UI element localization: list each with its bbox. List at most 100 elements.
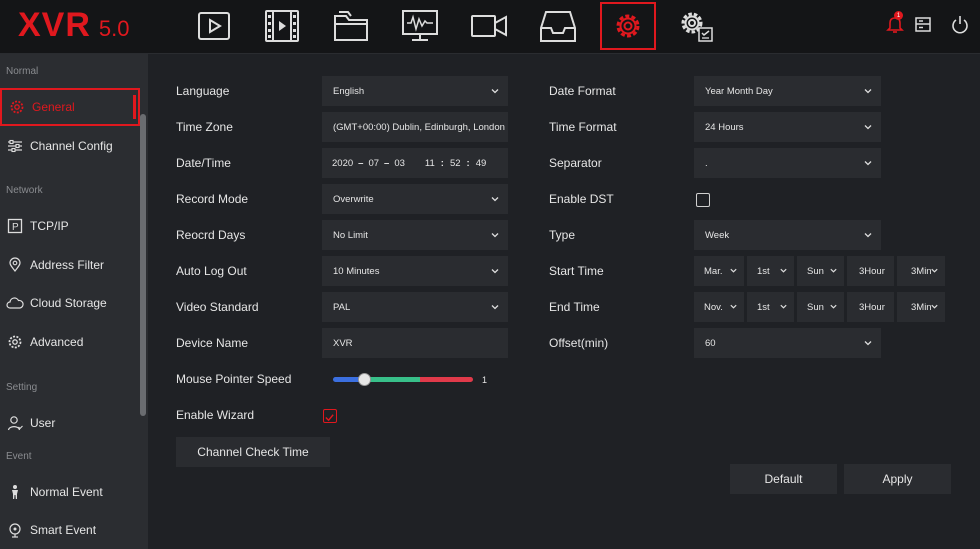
enable-dst-checkbox[interactable] (696, 193, 710, 207)
day-value[interactable]: 03 (394, 158, 405, 169)
settings-icon[interactable] (600, 2, 656, 50)
channel-check-time-button[interactable]: Channel Check Time (176, 437, 330, 467)
sidebar-item-advanced[interactable]: Advanced (0, 323, 140, 361)
separator-select[interactable]: . (694, 148, 881, 178)
offset-label: Offset(min) (549, 336, 609, 350)
live-view-icon[interactable] (190, 6, 238, 46)
sidebar: Normal General Channel Config Network P … (0, 54, 148, 549)
chevron-down-icon (491, 269, 499, 274)
apply-button[interactable]: Apply (844, 464, 951, 494)
date-format-value: Year Month Day (705, 85, 773, 97)
backup-icon[interactable] (534, 6, 582, 46)
month-value[interactable]: 07 (368, 158, 379, 169)
alarm-bell-icon[interactable]: 1 (885, 11, 905, 34)
slider-thumb[interactable] (357, 373, 371, 386)
mouse-speed-slider[interactable] (333, 373, 473, 386)
disk-icon[interactable] (913, 14, 933, 34)
svg-text:P: P (12, 222, 19, 233)
sidebar-item-general[interactable]: General (0, 88, 140, 126)
sidebar-item-smart-event[interactable]: Smart Event (0, 511, 140, 549)
chevron-down-icon (491, 305, 499, 310)
time-format-value: 24 Hours (705, 121, 744, 133)
sidebar-item-user[interactable]: User (0, 404, 140, 442)
sidebar-item-tcpip[interactable]: P TCP/IP (0, 207, 140, 245)
separator-label: Separator (549, 156, 602, 170)
offset-select[interactable]: 60 (694, 328, 881, 358)
power-icon[interactable] (950, 14, 970, 34)
sidebar-item-label: Cloud Storage (30, 296, 107, 310)
second-value[interactable]: 49 (476, 158, 487, 169)
mouse-speed-value: 1 (482, 375, 488, 385)
chevron-down-icon (864, 125, 872, 130)
hour-value[interactable]: 11 (425, 158, 435, 169)
end-minute-value: 3Min (911, 301, 932, 313)
record-days-select[interactable]: No Limit (322, 220, 508, 250)
sidebar-item-cloud-storage[interactable]: Cloud Storage (0, 284, 140, 322)
language-select[interactable]: English (322, 76, 508, 106)
chevron-down-icon (730, 268, 737, 273)
gear-icon (8, 98, 26, 116)
end-hour-select[interactable]: 3Hour (847, 292, 894, 322)
mouse-speed-label: Mouse Pointer Speed (176, 372, 292, 386)
logo-version: 5.0 (98, 16, 130, 41)
playback-icon[interactable] (258, 6, 306, 46)
sidebar-item-channel-config[interactable]: Channel Config (0, 127, 140, 165)
chevron-down-icon (491, 89, 499, 94)
sidebar-item-label: TCP/IP (30, 219, 69, 233)
date-format-select[interactable]: Year Month Day (694, 76, 881, 106)
sidebar-item-address-filter[interactable]: Address Filter (0, 246, 140, 284)
chevron-down-icon (864, 341, 872, 346)
record-mode-value: Overwrite (333, 193, 374, 205)
end-month-select[interactable]: Nov. (694, 292, 744, 322)
end-day-select[interactable]: Sun (797, 292, 844, 322)
chevron-down-icon (931, 268, 938, 273)
file-manager-icon[interactable] (327, 6, 375, 46)
start-minute-select[interactable]: 3Min (897, 256, 945, 286)
minute-value[interactable]: 52 (450, 158, 461, 169)
sliders-icon (6, 137, 24, 155)
video-standard-select[interactable]: PAL (322, 292, 508, 322)
start-day-value: Sun (807, 265, 824, 277)
top-bar: XVR 5.0 1 (0, 0, 980, 54)
record-mode-label: Record Mode (176, 192, 249, 206)
enable-wizard-checkbox[interactable] (323, 409, 337, 423)
start-day-select[interactable]: Sun (797, 256, 844, 286)
time-zone-select[interactable]: (GMT+00:00) Dublin, Edinburgh, London (322, 112, 508, 142)
monitor-icon[interactable] (396, 6, 444, 46)
auto-logout-select[interactable]: 10 Minutes (322, 256, 508, 286)
end-minute-select[interactable]: 3Min (897, 292, 945, 322)
start-hour-select[interactable]: 3Hour (847, 256, 894, 286)
sidebar-section-setting: Setting (6, 382, 38, 393)
sidebar-item-label: Advanced (30, 335, 84, 349)
auto-logout-value: 10 Minutes (333, 265, 380, 277)
camera-icon[interactable] (465, 6, 513, 46)
date-format-label: Date Format (549, 84, 616, 98)
time-zone-value: (GMT+00:00) Dublin, Edinburgh, London (333, 121, 505, 133)
end-week-select[interactable]: 1st (747, 292, 794, 322)
logo: XVR 5.0 (18, 6, 130, 46)
start-month-select[interactable]: Mar. (694, 256, 744, 286)
start-week-select[interactable]: 1st (747, 256, 794, 286)
advanced-settings-icon[interactable] (672, 6, 720, 46)
active-indicator (133, 95, 136, 119)
sidebar-scrollbar[interactable] (140, 114, 146, 416)
sidebar-item-normal-event[interactable]: Normal Event (0, 473, 140, 511)
type-label: Type (549, 228, 576, 242)
user-icon (6, 414, 24, 432)
end-month-value: Nov. (704, 301, 723, 313)
type-select[interactable]: Week (694, 220, 881, 250)
record-mode-select[interactable]: Overwrite (322, 184, 508, 214)
chevron-down-icon (864, 161, 872, 166)
date-time-input[interactable]: 2020 – 07 – 03 11 : 52 : 49 (322, 148, 508, 178)
end-day-value: Sun (807, 301, 824, 313)
year-value[interactable]: 2020 (332, 158, 353, 169)
location-pin-icon (6, 256, 24, 274)
start-time-label: Start Time (549, 264, 604, 278)
default-button[interactable]: Default (730, 464, 837, 494)
chevron-down-icon (864, 233, 872, 238)
time-format-select[interactable]: 24 Hours (694, 112, 881, 142)
device-name-input[interactable]: XVR (322, 328, 508, 358)
sidebar-item-label: Normal Event (30, 485, 103, 499)
auto-logout-label: Auto Log Out (176, 264, 247, 278)
enable-wizard-label: Enable Wizard (176, 408, 255, 422)
